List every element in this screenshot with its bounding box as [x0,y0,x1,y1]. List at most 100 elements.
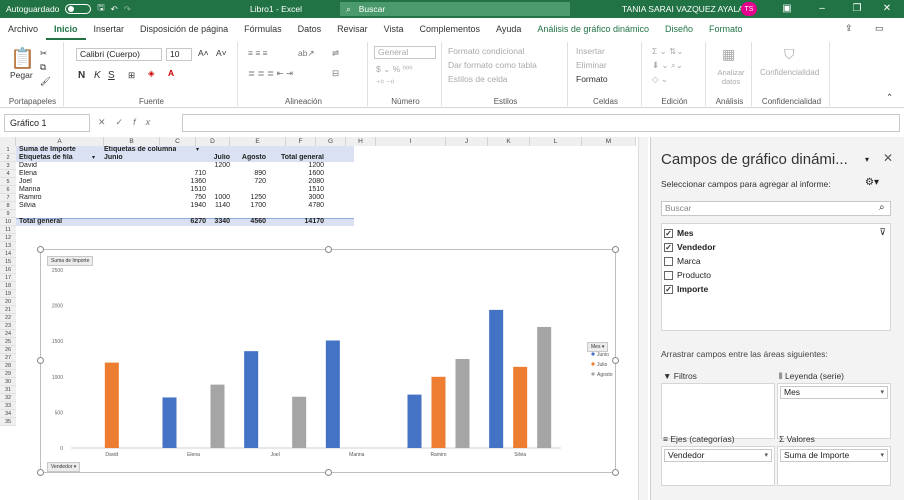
tab-diseno[interactable]: Diseño [657,18,701,40]
redo-icon[interactable]: ↷ [124,4,131,15]
tab-formato[interactable]: Formato [701,18,751,40]
align-left-icon[interactable]: ≣ ≣ ≣ ⇤ ⇥ [248,68,293,79]
resize-handle[interactable] [612,357,619,364]
filter-icon[interactable]: ⊽ [879,227,886,238]
row-header[interactable]: 31 [0,386,16,394]
row-header[interactable]: 33 [0,402,16,410]
row-header[interactable]: 13 [0,242,16,250]
formula-input[interactable] [182,114,900,132]
formula-icons[interactable]: ✕✓fx [98,117,160,128]
values-area[interactable]: Suma de Importe ▾ [777,446,891,486]
tab-archivo[interactable]: Archivo [0,18,46,40]
column-header[interactable]: L [530,137,582,146]
align-top-icon[interactable]: ≡ ≡ ≡ [248,48,268,58]
close-icon[interactable]: ✕ [880,2,894,16]
tab-insertar[interactable]: Insertar [86,18,133,40]
row-header[interactable]: 19 [0,290,16,298]
cell-styles-button[interactable]: Estilos de celda [448,74,508,84]
tab-datos[interactable]: Datos [290,18,330,40]
row-header[interactable]: 1 [0,146,16,154]
pivot-column-labels[interactable]: Etiquetas de columna [104,146,176,154]
confidentiality-button[interactable]: Confidencialidad [760,68,819,77]
row-filter-icon[interactable]: ▾ [92,154,95,162]
tab-revisar[interactable]: Revisar [329,18,376,40]
format-as-table-button[interactable]: Dar formato como tabla [448,60,537,70]
column-header[interactable]: J [446,137,488,146]
borders-icon[interactable]: ⊞ [128,70,135,81]
legend-area[interactable]: Mes ▾ [777,383,891,439]
tab-complementos[interactable]: Complementos [412,18,489,40]
field-item-producto[interactable]: Producto [664,269,711,281]
column-header[interactable]: F [286,137,316,146]
field-search-input[interactable]: Buscar [661,201,891,216]
field-item-importe[interactable]: ✓ Importe [664,283,708,295]
legend-field-button[interactable]: Mes ▾ [587,342,609,352]
italic-button[interactable]: K [94,70,101,81]
name-box[interactable]: Gráfico 1 [4,114,90,132]
row-header[interactable]: 17 [0,274,16,282]
autosum-icon[interactable]: Σ ⌄ ⇅⌄ [652,46,683,57]
checkbox-checked[interactable]: ✓ [664,242,673,252]
row-header[interactable]: 12 [0,234,16,242]
row-header[interactable]: 6 [0,186,16,194]
row-header[interactable]: 2 [0,154,16,162]
paste-icon[interactable]: 📋 [10,46,35,71]
column-header[interactable]: M [582,137,636,146]
restore-icon[interactable]: ❐ [850,2,864,16]
resize-handle[interactable] [37,357,44,364]
row-header[interactable]: 30 [0,378,16,386]
row-header[interactable]: 15 [0,258,16,266]
axis-field-chip[interactable]: Vendedor ▾ [664,449,772,462]
fill-color-icon[interactable]: ◈ [148,68,155,79]
tab-vista[interactable]: Vista [376,18,412,40]
resize-handle[interactable] [37,246,44,253]
row-header[interactable]: 4 [0,170,16,178]
row-header[interactable]: 21 [0,306,16,314]
column-header[interactable]: K [488,137,530,146]
avatar[interactable]: TS [741,2,757,16]
resize-handle[interactable] [325,246,332,253]
clear-icon[interactable]: ◇ ⌄ [652,74,668,85]
autosave-toggle[interactable] [65,4,92,14]
value-field-button[interactable]: Suma de Importe [47,256,94,266]
number-format-combo[interactable]: General [374,46,436,59]
legend-field-chip[interactable]: Mes ▾ [780,386,888,399]
currency-icon[interactable]: $ ⌄ % ⁰⁰⁰ [376,64,413,75]
wrap-text-icon[interactable]: ⇌ [332,48,339,59]
fx-icon[interactable]: fx [133,117,160,127]
resize-handle[interactable] [612,469,619,476]
copy-icon[interactable]: ⧉ [40,62,46,73]
row-header[interactable]: 34 [0,410,16,418]
fill-icon[interactable]: ⬇ ⌄ ⌕⌄ [652,60,683,71]
format-painter-icon[interactable]: 🖌 [40,76,51,87]
row-header[interactable]: 24 [0,330,16,338]
resize-handle[interactable] [612,246,619,253]
column-header[interactable]: G [316,137,346,146]
column-header[interactable]: D [196,137,230,146]
shrink-font-icon[interactable]: A˅ [216,48,227,58]
row-header[interactable]: 23 [0,322,16,330]
row-header[interactable]: 35 [0,418,16,426]
tab-disposicion[interactable]: Disposición de página [132,18,236,40]
field-item-marca[interactable]: Marca [664,255,701,267]
pivot-chart[interactable]: 0 500 1000 1500 2000 2500 David Elena Joel Marina… [40,249,616,473]
values-field-chip[interactable]: Suma de Importe ▾ [780,449,888,462]
insert-cells-button[interactable]: Insertar [576,46,605,56]
checkbox-checked[interactable]: ✓ [664,284,673,294]
row-header[interactable]: 5 [0,178,16,186]
row-header[interactable]: 20 [0,298,16,306]
row-header[interactable]: 27 [0,354,16,362]
collapse-ribbon-icon[interactable]: ⌃ [886,92,893,103]
resize-handle[interactable] [325,469,332,476]
undo-icon[interactable]: ↶ [111,4,118,15]
row-header[interactable]: 16 [0,266,16,274]
conditional-format-button[interactable]: Formato condicional [448,46,525,56]
row-header[interactable]: 22 [0,314,16,322]
row-header[interactable]: 18 [0,282,16,290]
resize-handle[interactable] [37,469,44,476]
column-header[interactable]: B [104,137,160,146]
minimize-icon[interactable]: – [815,2,829,16]
font-color-icon[interactable]: A [168,68,174,78]
tab-formulas[interactable]: Fórmulas [236,18,290,40]
row-header[interactable]: 29 [0,370,16,378]
